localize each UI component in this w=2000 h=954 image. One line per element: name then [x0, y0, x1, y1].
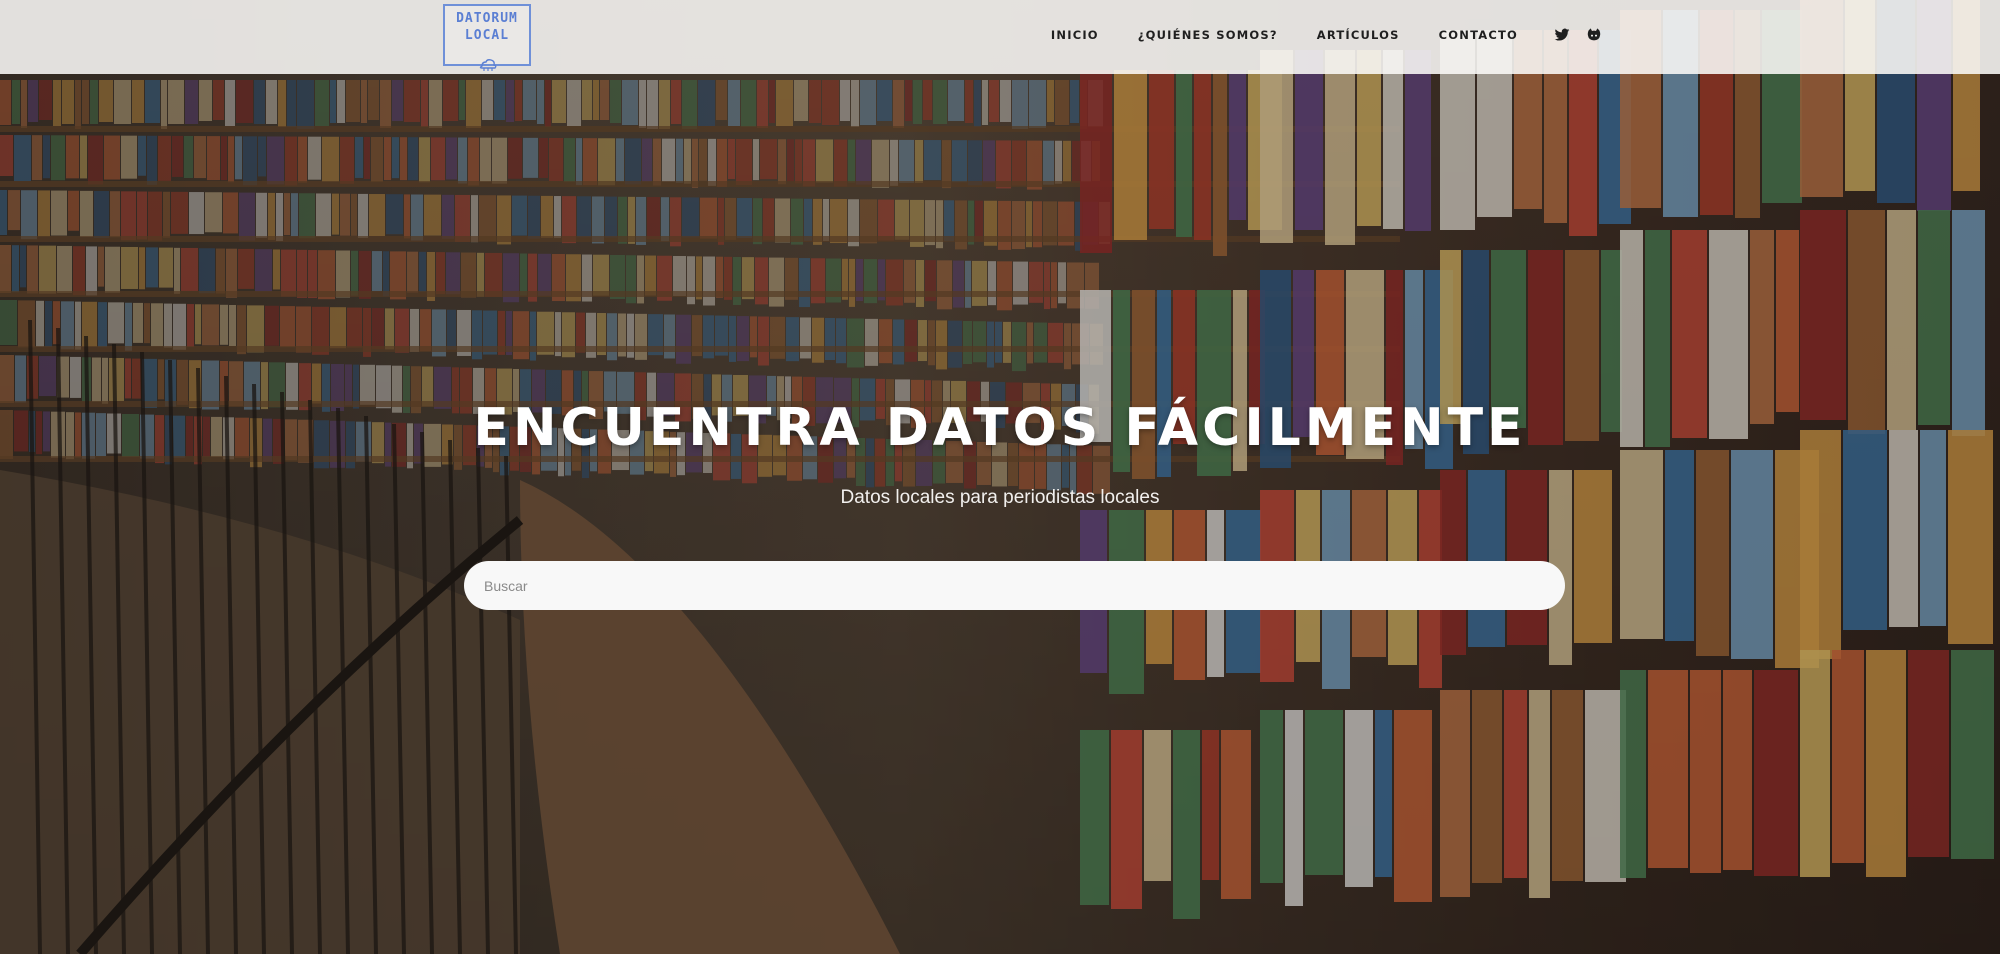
nav-item-inicio[interactable]: INICIO: [1051, 28, 1099, 42]
nav-item-contacto[interactable]: CONTACTO: [1439, 28, 1518, 42]
github-icon[interactable]: [1586, 27, 1602, 43]
logo-line-1: DATORUM: [456, 11, 518, 26]
hero-title: ENCUENTRA DATOS FÁCILMENTE: [473, 398, 1527, 458]
page: DATORUM LOCAL INICIO ¿QUIÉNES SOMOS? ART…: [0, 0, 2000, 954]
site-logo[interactable]: DATORUM LOCAL: [443, 4, 531, 71]
hero-overlay: [0, 0, 2000, 954]
twitter-icon[interactable]: [1554, 27, 1570, 43]
cloud-network-icon: [479, 59, 497, 71]
hero-subtitle: Datos locales para periodistas locales: [840, 487, 1160, 508]
main-nav: INICIO ¿QUIÉNES SOMOS? ARTÍCULOS CONTACT…: [1051, 0, 1602, 70]
social-links: [1554, 27, 1602, 43]
navbar: DATORUM LOCAL INICIO ¿QUIÉNES SOMOS? ART…: [0, 0, 2000, 74]
logo-line-2: LOCAL: [464, 28, 510, 43]
nav-item-quienes-somos[interactable]: ¿QUIÉNES SOMOS?: [1138, 28, 1278, 42]
search-input[interactable]: [464, 561, 1565, 610]
nav-item-articulos[interactable]: ARTÍCULOS: [1317, 28, 1400, 42]
